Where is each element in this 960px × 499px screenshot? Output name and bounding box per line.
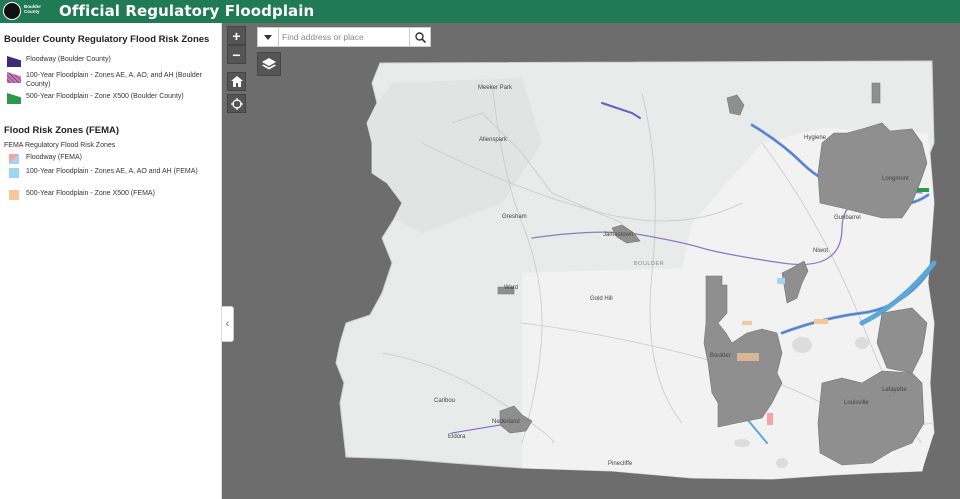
minus-icon: −: [232, 46, 241, 63]
search-button[interactable]: [409, 28, 430, 46]
place-label: Gunbarrel: [834, 215, 861, 221]
place-label: Eldora: [448, 434, 466, 440]
legend-item-500yr-fema: 500-Year Floodplain - Zone X500 (FEMA): [7, 190, 207, 200]
place-label: Nederland: [492, 419, 520, 425]
legend-item-label: 100-Year Floodplain - Zones AE, A, AO an…: [26, 168, 198, 175]
home-button[interactable]: [227, 72, 246, 91]
legend-subtitle: FEMA Regulatory Flood Risk Zones: [4, 142, 116, 149]
legend-item-label: Floodway (FEMA): [26, 154, 83, 161]
legend-panel: Boulder County Regulatory Flood Risk Zon…: [0, 23, 222, 499]
map-view[interactable]: Meeker Park Allenspark Hygiene Gresham J…: [222, 23, 960, 499]
locate-button[interactable]: [227, 94, 246, 113]
search-widget: [257, 27, 431, 47]
place-label: Pinecliffe: [608, 461, 633, 467]
plus-icon: +: [232, 27, 241, 44]
legend-item-100yr-fema: 100-Year Floodplain - Zones AE, A, AO an…: [7, 168, 207, 178]
place-label: Ward: [504, 285, 519, 291]
app-header: Boulder County Official Regulatory Flood…: [0, 0, 960, 23]
place-label: Longmont: [882, 176, 909, 182]
collapse-panel-button[interactable]: ‹: [222, 306, 234, 342]
legend-item-label: 500-Year Floodplain - Zone X500 (FEMA): [26, 190, 155, 197]
place-label: Meeker Park: [478, 85, 513, 91]
floodplain-500yr-county-swatch: [7, 93, 21, 104]
layers-button[interactable]: [257, 52, 281, 76]
legend-item-label: 100-Year Floodplain - Zones AE, A, AO, a…: [26, 72, 203, 88]
place-label: Niwot: [813, 248, 829, 254]
legend-item-floodway-county: Floodway (Boulder County): [7, 56, 207, 67]
legend-item-label: Floodway (Boulder County): [26, 56, 111, 63]
layers-icon: [262, 57, 276, 69]
app-title: Official Regulatory Floodplain: [59, 2, 315, 20]
map-graphics: [335, 60, 937, 480]
place-label: Jamestown: [603, 232, 634, 238]
floodplain-100yr-county-swatch: [7, 72, 21, 83]
floodway-fema-swatch: [9, 154, 19, 164]
floodplain-500yr-fema-swatch: [9, 190, 19, 200]
home-icon: [230, 76, 243, 87]
logo-text: Boulder County: [24, 4, 42, 14]
place-label: Lafayette: [882, 387, 907, 393]
locate-icon: [230, 97, 243, 110]
boulder-county-logo: [3, 2, 21, 20]
place-label: Louisville: [844, 400, 869, 406]
place-label: Gold Hill: [590, 296, 613, 302]
zoom-out-button[interactable]: −: [227, 45, 246, 64]
chevron-left-icon: ‹: [225, 318, 230, 330]
legend-item-floodway-fema: Floodway (FEMA): [7, 154, 207, 164]
search-source-dropdown[interactable]: [258, 28, 279, 46]
place-label: Gresham: [502, 214, 527, 220]
legend-item-500yr-county: 500-Year Floodplain - Zone X500 (Boulder…: [7, 93, 207, 104]
legend-section-title: Boulder County Regulatory Flood Risk Zon…: [4, 34, 210, 45]
place-label: Hygiene: [804, 135, 827, 141]
place-label: BOULDER: [634, 261, 665, 267]
chevron-down-icon: [264, 34, 272, 40]
search-icon: [414, 31, 426, 43]
zoom-in-button[interactable]: +: [227, 26, 246, 45]
legend-section-title: Flood Risk Zones (FEMA): [4, 125, 120, 136]
place-label: Caribou: [434, 398, 456, 404]
legend-item-100yr-county: 100-Year Floodplain - Zones AE, A, AO, a…: [7, 72, 207, 89]
floodway-county-swatch: [7, 56, 21, 67]
place-label: Boulder: [710, 353, 731, 359]
search-input[interactable]: [282, 30, 408, 44]
place-label: Allenspark: [479, 137, 508, 143]
floodplain-100yr-fema-swatch: [9, 168, 19, 178]
legend-item-label: 500-Year Floodplain - Zone X500 (Boulder…: [26, 93, 184, 100]
